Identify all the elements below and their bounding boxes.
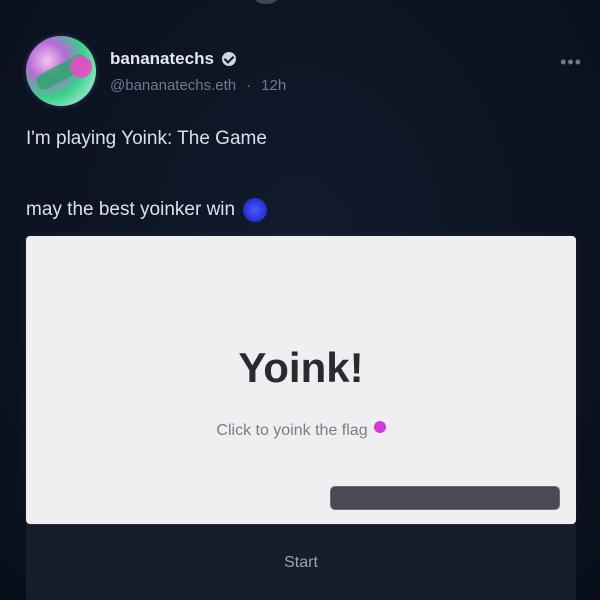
cast-header: bananatechs @bananatechs.eth · 12h xyxy=(26,36,286,106)
more-options-icon[interactable]: ••• xyxy=(560,52,582,73)
frame-url-bar xyxy=(330,486,560,510)
cast-text-line-2: may the best yoinker win xyxy=(26,198,268,222)
avatar[interactable] xyxy=(26,36,96,106)
author-display-name[interactable]: bananatechs xyxy=(110,49,214,69)
author-meta: @bananatechs.eth · 12h xyxy=(110,77,286,94)
cast-text-line-2-label: may the best yoinker win xyxy=(26,199,236,220)
frame-embed[interactable]: Yoink! Click to yoink the flag xyxy=(26,236,576,524)
drag-handle[interactable] xyxy=(255,0,277,4)
cast-view: bananatechs @bananatechs.eth · 12h ••• I… xyxy=(0,0,600,600)
frame-subtitle: Click to yoink the flag xyxy=(216,422,368,439)
cast-timestamp: 12h xyxy=(261,76,287,94)
cast-text-line-1: I'm playing Yoink: The Game xyxy=(26,128,267,149)
frame-action-button[interactable]: Start xyxy=(26,524,576,600)
frame-subtitle-row: Click to yoink the flag xyxy=(26,421,576,440)
frame-action-label: Start xyxy=(284,553,318,571)
author-username[interactable]: @bananatechs.eth xyxy=(110,77,236,94)
author-info: bananatechs @bananatechs.eth · 12h xyxy=(110,49,286,94)
frame-title: Yoink! xyxy=(238,344,364,391)
display-name-row: bananatechs xyxy=(110,49,286,69)
blue-emoji-icon xyxy=(243,198,268,222)
flag-dot-icon xyxy=(373,421,386,433)
verified-badge-icon xyxy=(221,51,236,66)
meta-separator: · xyxy=(246,76,252,94)
